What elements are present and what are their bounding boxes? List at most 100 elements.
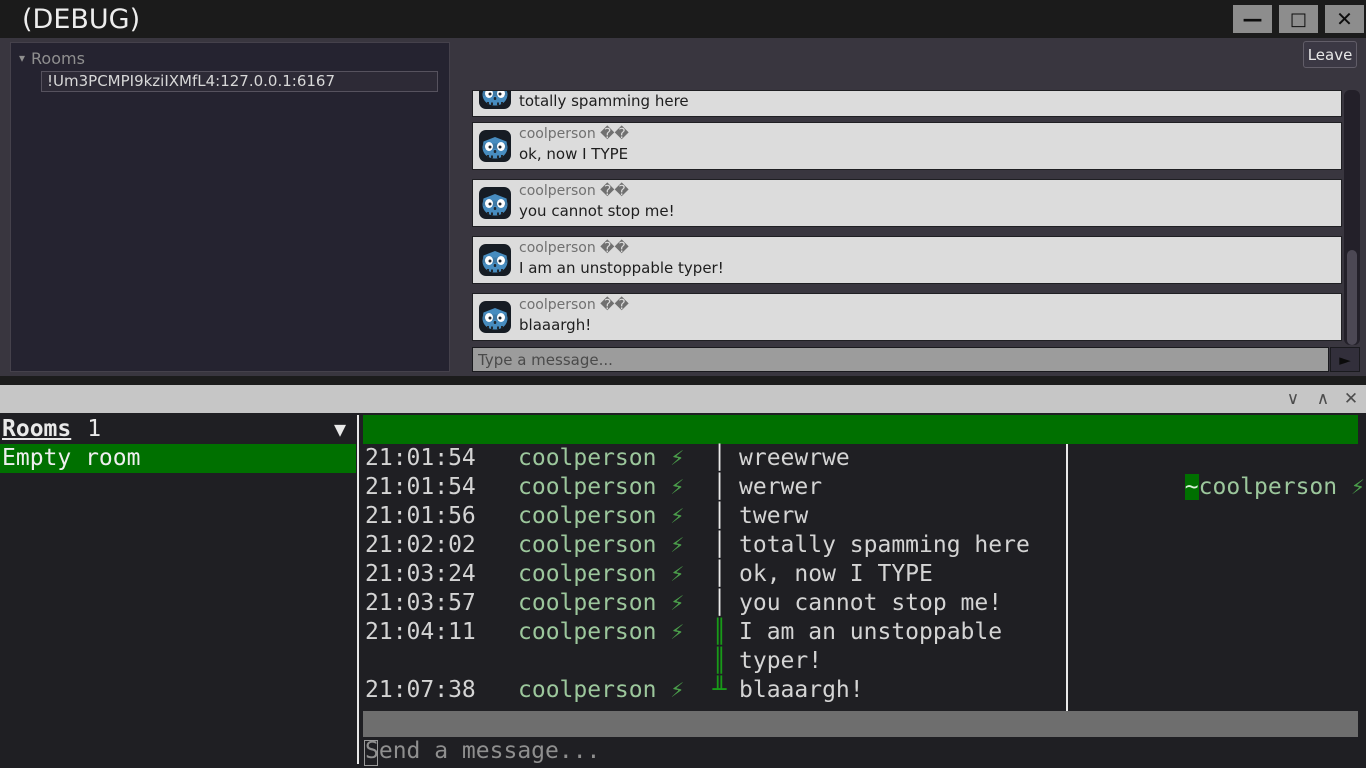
message-card: coolperson �� blaaargh! bbox=[472, 293, 1342, 341]
nickname: coolperson bbox=[518, 619, 657, 645]
scrollbar-mark: ║ bbox=[712, 648, 727, 674]
lightning-bolt-icon: ⚡ bbox=[670, 532, 685, 558]
shade-button[interactable]: ∨ bbox=[1280, 387, 1306, 411]
terminal-body: Rooms 1 ▼ Empty room 21:01:54 coolperson ⚡… bbox=[0, 413, 1366, 768]
timestamp: 21:03:57 bbox=[365, 590, 476, 616]
column-separator: │ bbox=[712, 445, 727, 471]
status-bar bbox=[363, 711, 1358, 737]
timestamp bbox=[363, 647, 518, 676]
tree-collapse-icon[interactable]: ▾ bbox=[19, 51, 25, 65]
chat-message: twerw bbox=[739, 503, 809, 529]
close-button[interactable]: ✕ bbox=[1325, 5, 1364, 33]
chat-message: I am an unstoppable bbox=[739, 619, 1003, 645]
sidebar-item-empty-room[interactable]: Empty room bbox=[0, 444, 356, 473]
message-username: coolperson �� bbox=[519, 240, 629, 256]
godot-avatar-icon bbox=[479, 130, 511, 162]
scrollbar-mark: ║ bbox=[712, 619, 727, 645]
godot-avatar-icon bbox=[479, 244, 511, 276]
message-input[interactable] bbox=[472, 347, 1329, 372]
lightning-bolt-icon: ⚡ bbox=[670, 474, 685, 500]
maximize-icon: □ bbox=[1289, 8, 1307, 30]
room-tree-item[interactable]: !Um3PCMPI9kziIXMfL4:127.0.0.1:6167 bbox=[41, 71, 438, 92]
message-list[interactable]: coolperson �� totally spamming here bbox=[472, 90, 1342, 345]
column-separator: │ bbox=[712, 590, 727, 616]
nickname: coolperson bbox=[518, 445, 657, 471]
chat-line: 21:03:24 coolperson ⚡ │ ok, now I TYPE bbox=[363, 560, 1083, 589]
nickname: coolperson bbox=[518, 474, 657, 500]
scrollbar-thumb[interactable] bbox=[1347, 250, 1357, 345]
terminal-close-button[interactable]: ✕ bbox=[1338, 387, 1364, 411]
rooms-panel: ▾ Rooms !Um3PCMPI9kziIXMfL4:127.0.0.1:616… bbox=[10, 42, 450, 372]
app-content: ▾ Rooms !Um3PCMPI9kziIXMfL4:127.0.0.1:616… bbox=[0, 38, 1366, 385]
window-gap bbox=[0, 376, 1366, 385]
rooms-list-header[interactable]: Rooms 1 ▼ bbox=[0, 415, 356, 444]
minimize-button[interactable]: — bbox=[1233, 5, 1272, 33]
column-separator: │ bbox=[712, 474, 727, 500]
window-title: (DEBUG) bbox=[22, 4, 141, 35]
lightning-bolt-icon: ⚡ bbox=[670, 561, 685, 587]
lightning-bolt-icon: ⚡ bbox=[670, 677, 685, 703]
send-icon: ► bbox=[1339, 350, 1351, 369]
rooms-list-title: Rooms bbox=[2, 416, 72, 442]
message-username: coolperson �� bbox=[519, 297, 629, 313]
room-topic-bar bbox=[363, 415, 1358, 444]
rooms-tree-label: Rooms bbox=[31, 49, 85, 68]
send-button[interactable]: ► bbox=[1330, 347, 1360, 372]
message-username: coolperson �� bbox=[519, 126, 629, 142]
chat-message: typer! bbox=[739, 648, 823, 674]
message-card: coolperson �� ok, now I TYPE bbox=[472, 122, 1342, 170]
godot-avatar-icon bbox=[479, 91, 511, 109]
godot-avatar-icon bbox=[479, 301, 511, 333]
message-card: coolperson �� you cannot stop me! bbox=[472, 179, 1342, 227]
sidebar-divider bbox=[357, 415, 359, 764]
chat-message: werwer bbox=[739, 474, 823, 500]
chat-message: totally spamming here bbox=[739, 532, 1030, 558]
owner-prefix: ~ bbox=[1184, 474, 1199, 500]
message-card: coolperson �� totally spamming here bbox=[472, 90, 1342, 117]
rooms-tree-header[interactable]: ▾ Rooms bbox=[19, 49, 85, 68]
close-icon: ✕ bbox=[1343, 389, 1359, 409]
userlist-entry[interactable]: ~coolperson ⚡ bbox=[1074, 444, 1365, 500]
chat-message: wreewrwe bbox=[739, 445, 850, 471]
column-separator: │ bbox=[712, 561, 727, 587]
userlist-nickname: coolperson bbox=[1198, 474, 1338, 500]
timestamp: 21:04:11 bbox=[365, 619, 476, 645]
column-separator: │ bbox=[712, 503, 727, 529]
terminal-message-input[interactable]: Send a message... bbox=[365, 737, 600, 766]
chat-line: 21:01:56 coolperson ⚡ │ twerw bbox=[363, 502, 1083, 531]
chat-message: you cannot stop me! bbox=[739, 590, 1003, 616]
unshade-button[interactable]: ∧ bbox=[1310, 387, 1336, 411]
message-card: coolperson �� I am an unstoppable typer! bbox=[472, 236, 1342, 284]
timestamp: 21:07:38 bbox=[365, 677, 476, 703]
lightning-bolt-icon: ⚡ bbox=[670, 503, 685, 529]
timestamp: 21:01:54 bbox=[365, 445, 476, 471]
chat-log[interactable]: 21:01:54 coolperson ⚡ │ wreewrwe 21:01:54 co… bbox=[363, 444, 1083, 705]
chat-line: 21:01:54 coolperson ⚡ │ werwer bbox=[363, 473, 1083, 502]
text-cursor bbox=[364, 740, 378, 766]
message-text: you cannot stop me! bbox=[519, 202, 675, 220]
maximize-button[interactable]: □ bbox=[1279, 5, 1318, 33]
app-titlebar: (DEBUG) — □ ✕ bbox=[0, 0, 1366, 38]
chat-line: 21:01:54 coolperson ⚡ │ wreewrwe bbox=[363, 444, 1083, 473]
timestamp: 21:02:02 bbox=[365, 532, 476, 558]
dropdown-icon[interactable]: ▼ bbox=[334, 415, 346, 444]
minimize-icon: — bbox=[1242, 7, 1263, 31]
lightning-bolt-icon: ⚡ bbox=[670, 619, 685, 645]
chat-line: 21:03:57 coolperson ⚡ │ you cannot stop me! bbox=[363, 589, 1083, 618]
nickname: coolperson bbox=[518, 503, 657, 529]
userlist-divider bbox=[1066, 444, 1068, 712]
screen: (DEBUG) — □ ✕ ▾ Rooms !Um3PCMPI9kziIXMfL4… bbox=[0, 0, 1366, 768]
chevron-down-icon: ∨ bbox=[1286, 389, 1300, 409]
message-scrollbar[interactable] bbox=[1344, 90, 1360, 345]
leave-button[interactable]: Leave bbox=[1303, 41, 1357, 68]
chat-message: ok, now I TYPE bbox=[739, 561, 933, 587]
nickname: coolperson bbox=[518, 532, 657, 558]
chat-line: ║ typer! bbox=[363, 647, 1083, 676]
nickname: coolperson bbox=[518, 590, 657, 616]
nickname: coolperson bbox=[518, 677, 657, 703]
chevron-up-icon: ∧ bbox=[1316, 389, 1330, 409]
timestamp: 21:03:24 bbox=[365, 561, 476, 587]
lightning-bolt-icon: ⚡ bbox=[670, 445, 685, 471]
scrollbar-mark: ╨ bbox=[712, 677, 727, 703]
timestamp: 21:01:56 bbox=[365, 503, 476, 529]
